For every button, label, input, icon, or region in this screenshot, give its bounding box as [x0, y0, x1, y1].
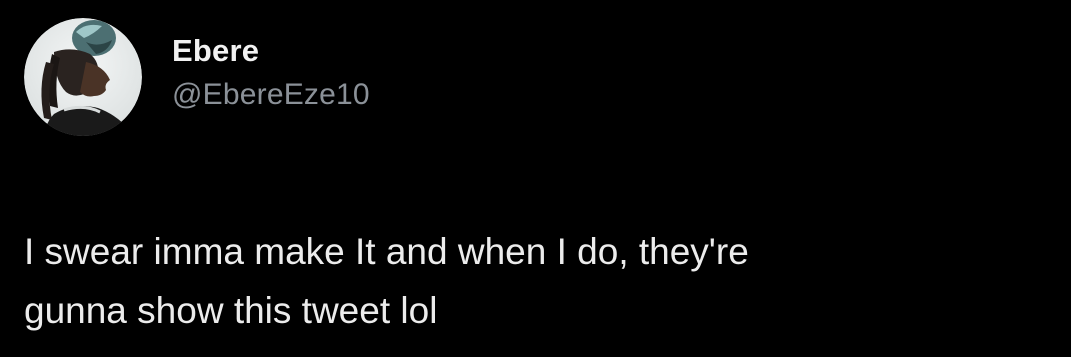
user-handle[interactable]: @EbereEze10 — [172, 75, 370, 115]
user-info: Ebere @EbereEze10 — [172, 31, 370, 115]
tweet-text-line-1: I swear imma make It and when I do, they… — [24, 231, 749, 272]
display-name[interactable]: Ebere — [172, 31, 370, 71]
avatar[interactable] — [24, 18, 142, 136]
tweet-text-line-2: gunna show this tweet lol — [24, 290, 438, 331]
tweet-text: I swear imma make It and when I do, they… — [24, 222, 1044, 340]
tweet-card: Ebere @EbereEze10 I swear imma make It a… — [0, 0, 1071, 357]
tweet-header: Ebere @EbereEze10 — [24, 18, 370, 136]
